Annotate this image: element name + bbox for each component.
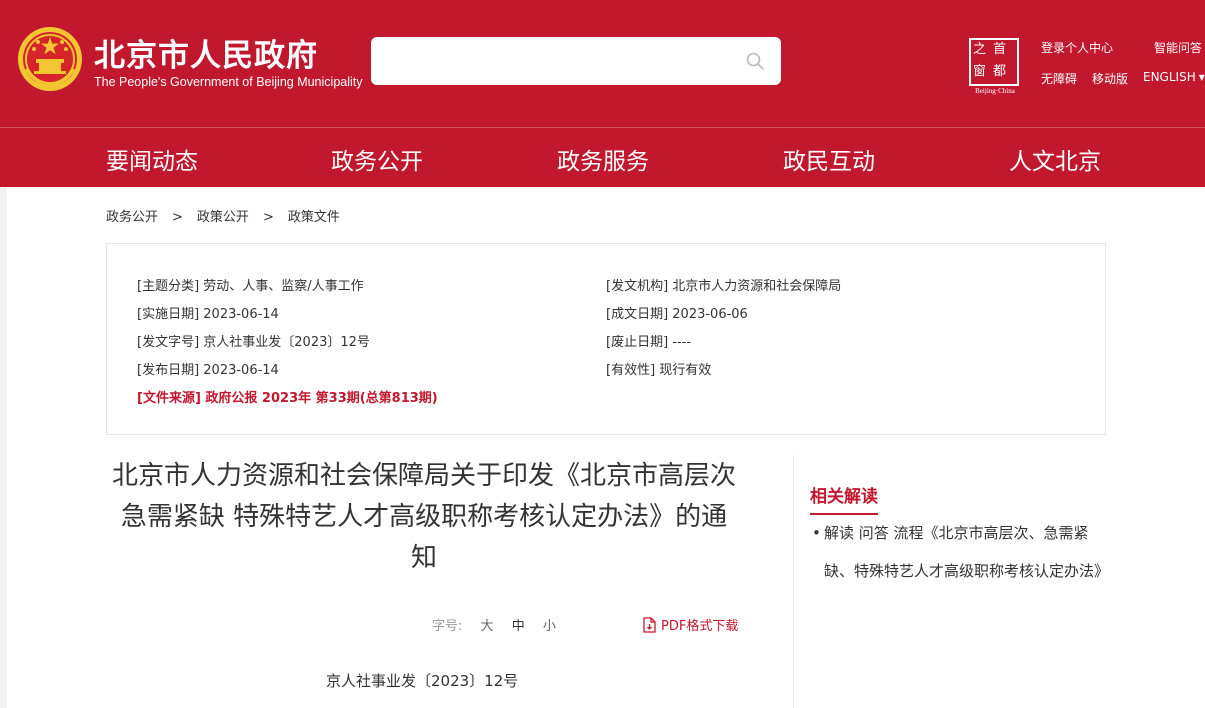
main-nav: 要闻动态 政务公开 政务服务 政民互动 人文北京 — [0, 127, 1205, 187]
font-size-control: 字号: 大 中 小 — [432, 615, 556, 634]
ai-qa-link[interactable]: 智能问答 — [1154, 39, 1202, 56]
site-subtitle: The People's Government of Beijing Munic… — [94, 75, 363, 89]
site-title[interactable]: 北京市人民政府 — [94, 30, 318, 75]
breadcrumb: 政务公开 > 政策公开 > 政策文件 — [106, 206, 340, 225]
meta-issuer: [发文机构] 北京市人力资源和社会保障局 — [606, 279, 842, 294]
capital-logo-char: 窗 — [973, 64, 987, 79]
related-item[interactable]: • 解读 问答 流程《北京市高层次、急需紧缺、特殊特艺人才高级职称考核认定办法》 — [812, 514, 1112, 590]
nav-item-culture[interactable]: 人文北京 — [1009, 142, 1101, 176]
caret-down-icon: ▼ — [1198, 73, 1205, 82]
meta-written-date: [成文日期] 2023-06-06 — [606, 307, 748, 322]
breadcrumb-item[interactable]: 政策文件 — [288, 210, 340, 225]
font-size-label: 字号: — [432, 619, 463, 634]
column-divider — [793, 455, 794, 708]
nav-item-services[interactable]: 政务服务 — [557, 142, 649, 176]
meta-publish-date: [发布日期] 2023-06-14 — [137, 363, 279, 378]
capital-logo-caption: Beijing·China — [975, 87, 1015, 95]
pdf-download-link[interactable]: PDF格式下载 — [642, 614, 738, 634]
accessibility-link[interactable]: 无障碍 — [1041, 70, 1077, 87]
meta-subject: [主题分类] 劳动、人事、监察/人事工作 — [137, 279, 364, 294]
breadcrumb-separator: > — [262, 210, 274, 225]
breadcrumb-item[interactable]: 政务公开 — [106, 210, 158, 225]
site-header: 北京市人民政府 The People's Government of Beiji… — [0, 0, 1205, 127]
font-size-large[interactable]: 大 — [481, 619, 494, 634]
login-link[interactable]: 登录个人中心 — [1041, 39, 1113, 56]
capital-logo-char: 都 — [993, 64, 1007, 79]
capital-logo-char: 首 — [993, 42, 1007, 57]
capital-window-logo[interactable]: 之 首 窗 都 Beijing·China — [966, 38, 1024, 96]
meta-validity: [有效性] 现行有效 — [606, 363, 712, 378]
nav-item-gov-affairs[interactable]: 政务公开 — [331, 142, 423, 176]
mobile-link[interactable]: 移动版 — [1092, 70, 1128, 87]
search-box — [371, 37, 781, 85]
left-rail — [0, 187, 7, 708]
related-title: 相关解读 — [810, 482, 878, 515]
search-input[interactable] — [383, 45, 723, 77]
pdf-file-icon — [643, 617, 656, 633]
capital-logo-char: 之 — [973, 42, 987, 57]
meta-source[interactable]: [文件来源] 政府公报 2023年 第33期(总第813期) — [137, 387, 438, 406]
nav-item-interaction[interactable]: 政民互动 — [783, 142, 875, 176]
language-switch[interactable]: ENGLISH ▼ — [1143, 70, 1205, 84]
font-size-small[interactable]: 小 — [543, 619, 556, 634]
breadcrumb-separator: > — [172, 210, 183, 225]
bullet-icon: • — [812, 524, 821, 542]
language-label: ENGLISH — [1143, 70, 1196, 84]
meta-abolish-date: [废止日期] ---- — [606, 335, 692, 350]
nav-item-news[interactable]: 要闻动态 — [106, 142, 198, 176]
meta-doc-no: [发文字号] 京人社事业发〔2023〕12号 — [137, 335, 370, 350]
search-icon[interactable] — [745, 51, 765, 71]
national-emblem-icon[interactable] — [16, 25, 84, 93]
meta-effective-date: [实施日期] 2023-06-14 — [137, 307, 279, 322]
document-title: 北京市人力资源和社会保障局关于印发《北京市高层次 急需紧缺 特殊特艺人才高级职称… — [111, 461, 736, 573]
font-size-medium[interactable]: 中 — [512, 619, 525, 634]
related-item-label: 解读 问答 流程《北京市高层次、急需紧缺、特殊特艺人才高级职称考核认定办法》 — [824, 524, 1110, 580]
document-metadata: [主题分类] 劳动、人事、监察/人事工作 [发文机构] 北京市人力资源和社会保障… — [106, 243, 1106, 435]
breadcrumb-item[interactable]: 政策公开 — [197, 210, 249, 225]
document-number: 京人社事业发〔2023〕12号 — [326, 672, 519, 690]
pdf-download-label: PDF格式下载 — [661, 619, 739, 634]
